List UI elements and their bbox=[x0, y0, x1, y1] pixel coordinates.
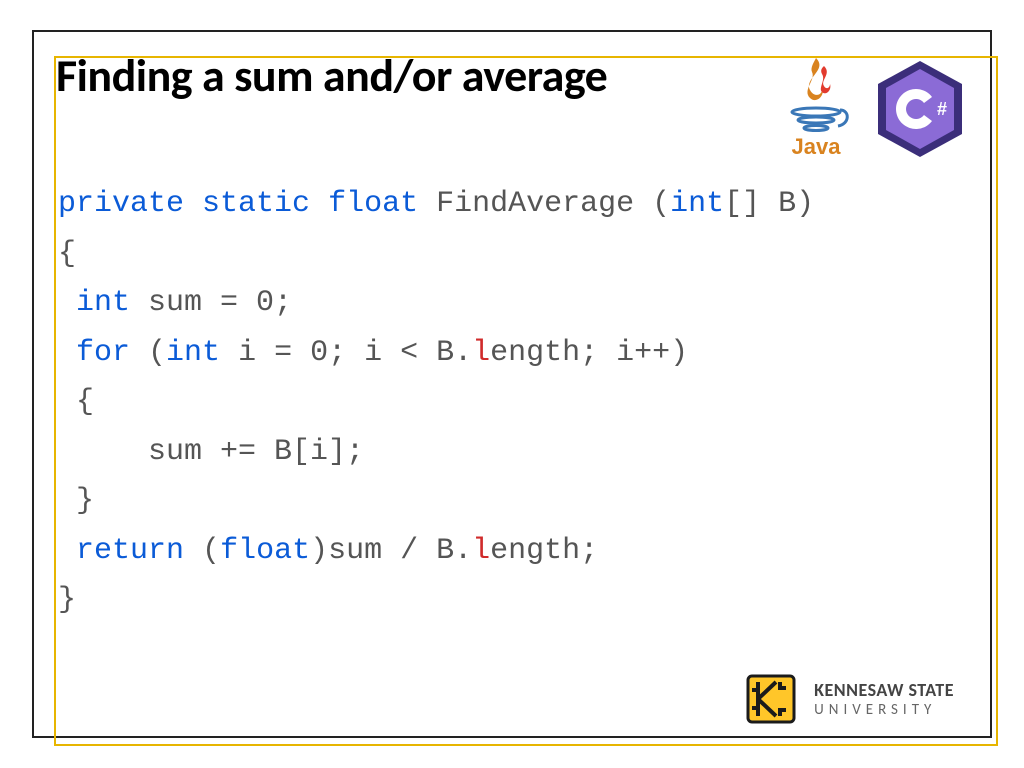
length-l2: l bbox=[472, 534, 490, 568]
ret-mid: )sum / B. bbox=[310, 534, 472, 568]
java-icon: Java bbox=[776, 56, 856, 161]
svg-text:#: # bbox=[937, 99, 947, 119]
fn-name: FindAverage ( bbox=[418, 187, 670, 221]
slide: Finding a sum and/or average Java # priv… bbox=[0, 0, 1024, 768]
slide-title: Finding a sum and/or average bbox=[56, 48, 607, 104]
csharp-icon: # bbox=[874, 59, 966, 159]
brace-close: } bbox=[58, 583, 76, 617]
param-tail: [] B) bbox=[724, 187, 814, 221]
kw-int2: int bbox=[76, 286, 130, 320]
kw-for: for bbox=[76, 336, 130, 370]
university-line1: KENNESAW STATE bbox=[814, 679, 954, 701]
brace-open: { bbox=[58, 237, 76, 271]
kw-private: private bbox=[58, 187, 184, 221]
for-cond2: ength; i++) bbox=[490, 336, 688, 370]
university-logo: KENNESAW STATE UNIVERSITY bbox=[742, 670, 954, 728]
sum-inc: sum += B[i]; bbox=[58, 435, 364, 469]
kw-int: int bbox=[670, 187, 724, 221]
java-label: Java bbox=[792, 134, 842, 159]
ret-open: ( bbox=[184, 534, 220, 568]
sum-decl: sum = 0; bbox=[130, 286, 292, 320]
kw-float-cast: float bbox=[220, 534, 310, 568]
brace-close2: } bbox=[58, 484, 94, 518]
ret-tail: ength; bbox=[490, 534, 598, 568]
logo-group: Java # bbox=[776, 56, 966, 161]
ksu-mark-icon bbox=[742, 670, 800, 728]
university-line2: UNIVERSITY bbox=[814, 701, 954, 719]
kw-float: float bbox=[328, 187, 418, 221]
kw-return: return bbox=[76, 534, 184, 568]
kw-static: static bbox=[202, 187, 310, 221]
code-block: private static float FindAverage (int[] … bbox=[58, 180, 964, 626]
brace-open2: { bbox=[58, 385, 94, 419]
length-l1: l bbox=[472, 336, 490, 370]
university-name: KENNESAW STATE UNIVERSITY bbox=[814, 679, 954, 719]
kw-int3: int bbox=[166, 336, 220, 370]
for-cond1: i = 0; i < B. bbox=[220, 336, 472, 370]
for-open: ( bbox=[130, 336, 166, 370]
